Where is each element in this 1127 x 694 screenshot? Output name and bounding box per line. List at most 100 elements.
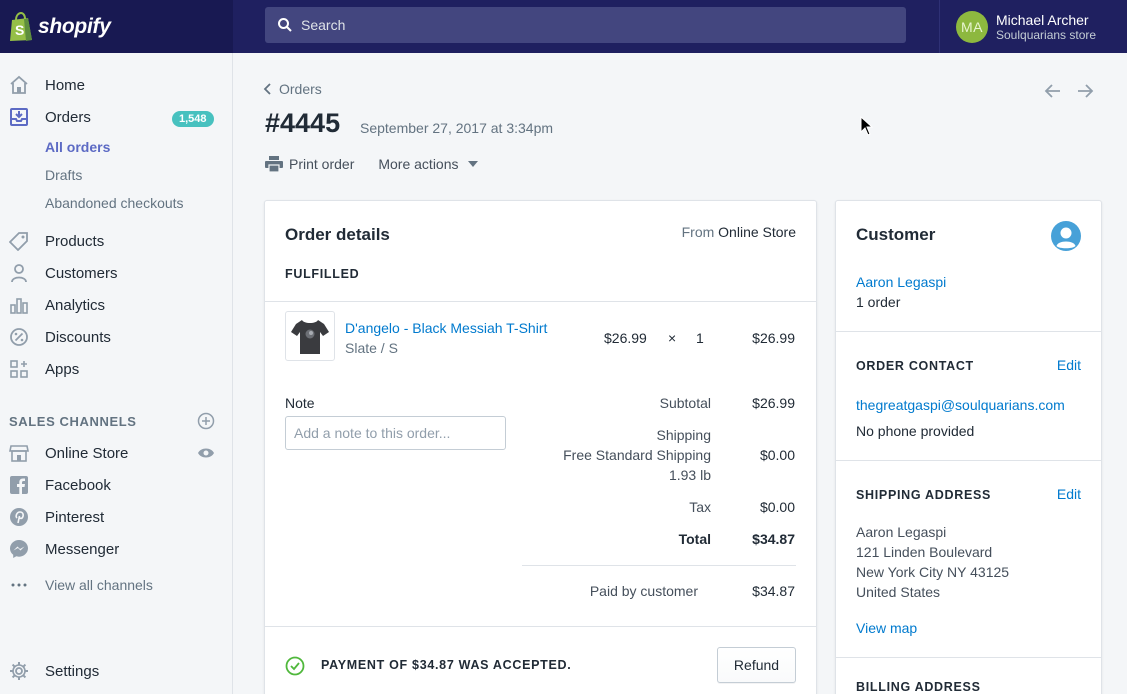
sidebar-label-home: Home bbox=[45, 76, 86, 94]
svg-text:S: S bbox=[15, 22, 24, 38]
subtotal-label: Subtotal bbox=[659, 395, 711, 411]
add-channel-icon[interactable] bbox=[197, 412, 215, 430]
view-map-link[interactable]: View map bbox=[856, 620, 917, 636]
tag-icon bbox=[9, 232, 28, 251]
top-bar: S shopify Search MA Michael Archer Soulq… bbox=[0, 0, 1127, 53]
edit-shipping-address-link[interactable]: Edit bbox=[1057, 486, 1081, 502]
sidebar-label-settings: Settings bbox=[45, 662, 100, 680]
search-bar[interactable]: Search bbox=[265, 7, 906, 43]
print-order-button[interactable]: Print order bbox=[265, 156, 354, 172]
subtotal-value: $26.99 bbox=[752, 395, 795, 411]
user-menu[interactable]: MA Michael Archer Soulquarians store bbox=[939, 0, 1127, 53]
sidebar-label-analytics: Analytics bbox=[45, 296, 106, 314]
order-details-card: Order details From Online Store FULFILLE… bbox=[264, 200, 817, 694]
sidebar-item-discounts[interactable]: Discounts bbox=[0, 323, 232, 351]
shopify-bag-icon: S bbox=[10, 11, 32, 41]
sidebar-item-pinterest[interactable]: Pinterest bbox=[0, 503, 232, 531]
refund-button[interactable]: Refund bbox=[717, 647, 796, 683]
sidebar-sub-all-orders[interactable]: All orders bbox=[45, 139, 110, 155]
eye-icon[interactable] bbox=[197, 446, 215, 460]
sidebar-sub-drafts[interactable]: Drafts bbox=[45, 167, 82, 183]
sidebar-item-messenger[interactable]: Messenger bbox=[0, 535, 232, 563]
product-thumbnail[interactable] bbox=[285, 311, 335, 361]
sidebar-label-facebook: Facebook bbox=[45, 476, 111, 494]
sidebar-label-messenger: Messenger bbox=[45, 540, 120, 558]
order-source-value: Online Store bbox=[718, 224, 796, 240]
order-date: September 27, 2017 at 3:34pm bbox=[360, 120, 554, 136]
note-input[interactable] bbox=[285, 416, 506, 450]
user-name: Michael Archer bbox=[996, 11, 1089, 28]
customer-title: Customer bbox=[856, 225, 936, 244]
sidebar-sub-abandoned-checkouts[interactable]: Abandoned checkouts bbox=[45, 195, 184, 211]
sidebar-item-view-all-channels[interactable]: View all channels bbox=[0, 571, 232, 599]
order-source-label: From bbox=[681, 224, 715, 240]
printer-icon bbox=[265, 156, 283, 172]
store-name: Soulquarians store bbox=[996, 27, 1097, 42]
person-icon bbox=[11, 264, 27, 283]
orders-icon bbox=[10, 108, 28, 126]
edit-contact-link[interactable]: Edit bbox=[1057, 357, 1081, 373]
sidebar-label-view-all-channels: View all channels bbox=[45, 577, 153, 593]
tax-value: $0.00 bbox=[759, 499, 795, 515]
sidebar-item-home[interactable]: Home bbox=[0, 71, 232, 99]
sidebar-item-settings[interactable]: Settings bbox=[0, 657, 232, 685]
sidebar-item-apps[interactable]: Apps bbox=[0, 355, 232, 383]
orders-count-badge: 1,548 bbox=[172, 111, 214, 127]
payment-status-message: PAYMENT OF $34.87 WAS ACCEPTED. bbox=[321, 658, 572, 672]
billing-address-title: BILLING ADDRESS bbox=[856, 680, 981, 694]
shipping-value: $0.00 bbox=[759, 447, 795, 463]
sidebar-item-analytics[interactable]: Analytics bbox=[0, 291, 232, 319]
home-icon bbox=[10, 75, 28, 94]
breadcrumb[interactable]: Orders bbox=[263, 81, 322, 97]
sidebar-label-discounts: Discounts bbox=[45, 328, 111, 346]
shopify-logo[interactable]: S shopify bbox=[0, 0, 233, 53]
sidebar-item-facebook[interactable]: Facebook bbox=[0, 471, 232, 499]
total-value: $34.87 bbox=[752, 531, 795, 547]
customer-order-count: 1 order bbox=[856, 294, 901, 310]
shipping-method: Free Standard Shipping bbox=[563, 447, 711, 463]
order-contact-title: ORDER CONTACT bbox=[856, 359, 974, 373]
address-line: Aaron Legaspi bbox=[856, 524, 947, 540]
sales-channels-title: SALES CHANNELS bbox=[9, 414, 137, 429]
sidebar-label-orders: Orders bbox=[45, 108, 91, 126]
print-order-label: Print order bbox=[289, 156, 355, 172]
divider bbox=[265, 301, 816, 302]
customer-avatar-icon bbox=[1051, 221, 1081, 251]
line-item-variant: Slate / S bbox=[345, 340, 398, 356]
more-actions-dropdown[interactable]: More actions bbox=[378, 156, 478, 172]
gear-icon bbox=[10, 662, 28, 680]
line-item-total: $26.99 bbox=[752, 330, 795, 346]
sidebar-item-products[interactable]: Products bbox=[0, 227, 232, 255]
next-order-arrow-icon[interactable] bbox=[1075, 82, 1095, 100]
page-title: #4445 bbox=[265, 108, 341, 138]
more-dots-icon bbox=[11, 583, 27, 587]
order-source: From Online Store bbox=[682, 224, 796, 240]
mouse-cursor-icon bbox=[860, 116, 874, 136]
sidebar-label-customers: Customers bbox=[45, 264, 118, 282]
search-placeholder: Search bbox=[301, 17, 346, 33]
bar-chart-icon bbox=[10, 298, 28, 314]
customer-phone: No phone provided bbox=[856, 423, 975, 439]
customer-email-link[interactable]: thegreatgaspi@soulquarians.com bbox=[856, 397, 1065, 413]
sidebar-label-pinterest: Pinterest bbox=[45, 508, 105, 526]
more-actions-label: More actions bbox=[378, 156, 459, 172]
address-line: New York City NY 43125 bbox=[856, 564, 1010, 580]
shipping-label: Shipping bbox=[656, 427, 712, 443]
customer-name-link[interactable]: Aaron Legaspi bbox=[856, 274, 946, 290]
previous-order-arrow-icon[interactable] bbox=[1043, 82, 1063, 100]
sidebar-item-customers[interactable]: Customers bbox=[0, 259, 232, 287]
sidebar-label-apps: Apps bbox=[45, 360, 80, 378]
sidebar-item-orders[interactable]: Orders 1,548 bbox=[0, 103, 232, 131]
line-item-name-link[interactable]: D'angelo - Black Messiah T-Shirt bbox=[345, 320, 547, 336]
shipping-address-title: SHIPPING ADDRESS bbox=[856, 488, 992, 502]
avatar: MA bbox=[956, 10, 988, 43]
divider bbox=[836, 331, 1101, 332]
line-item-times: × bbox=[668, 330, 677, 346]
paid-by-customer-value: $34.87 bbox=[752, 583, 795, 599]
apps-icon bbox=[10, 360, 28, 378]
total-label: Total bbox=[678, 531, 711, 547]
pinterest-icon bbox=[10, 508, 28, 526]
line-item-quantity: 1 bbox=[696, 330, 704, 346]
customer-card: Customer Aaron Legaspi 1 order ORDER CON… bbox=[835, 200, 1102, 694]
divider bbox=[836, 460, 1101, 461]
